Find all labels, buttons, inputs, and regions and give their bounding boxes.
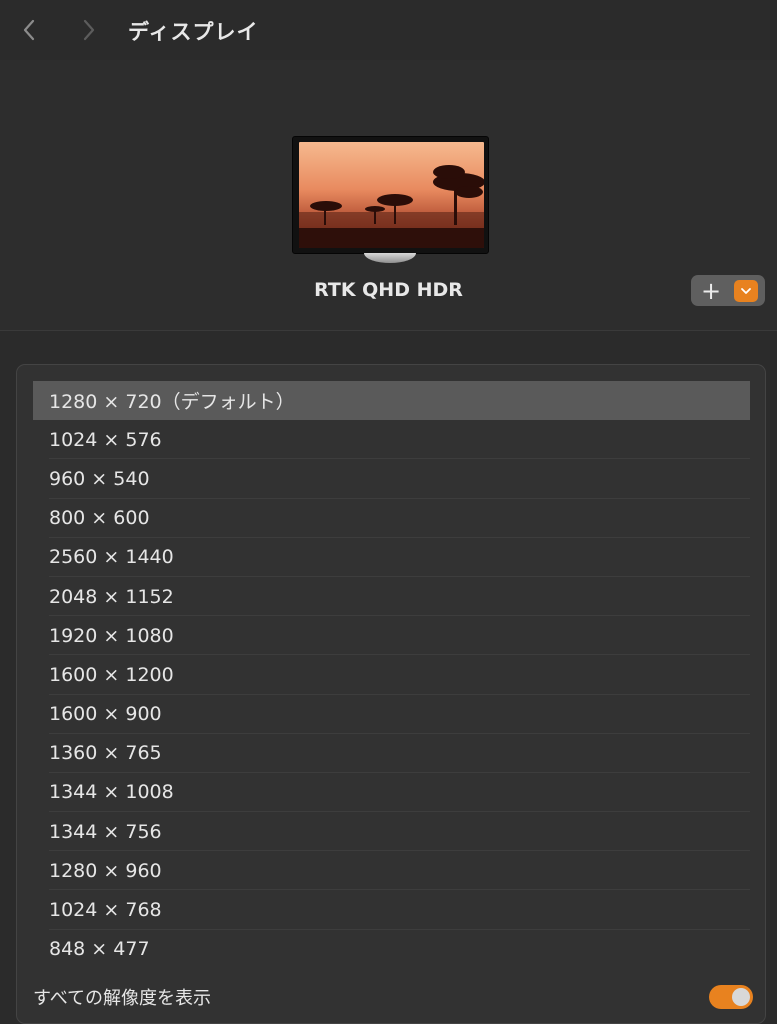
resolution-option[interactable]: 1600 × 1200 bbox=[33, 655, 750, 695]
monitor-stand bbox=[364, 253, 416, 263]
resolution-option[interactable]: 1600 × 900 bbox=[33, 695, 750, 734]
resolution-option[interactable]: 1024 × 768 bbox=[33, 890, 750, 930]
resolution-option[interactable]: 848 × 477 bbox=[33, 930, 750, 969]
chevron-right-icon bbox=[83, 19, 95, 41]
resolution-option[interactable]: 1360 × 765 bbox=[33, 734, 750, 774]
show-all-resolutions-label: すべての解像度を表示 bbox=[33, 988, 212, 1009]
toggle-knob bbox=[732, 988, 750, 1006]
plus-icon: + bbox=[700, 276, 722, 305]
add-display-dropdown[interactable] bbox=[734, 279, 758, 302]
resolution-panel: 1280 × 720（デフォルト） 1024 × 576 960 × 540 800 … bbox=[16, 364, 766, 1024]
resolution-option[interactable]: 1024 × 576 bbox=[33, 420, 750, 460]
monitor-wallpaper bbox=[299, 142, 484, 248]
resolution-option[interactable]: 1280 × 720（デフォルト） bbox=[33, 381, 750, 421]
display-header: RTK QHD HDR + bbox=[0, 60, 777, 331]
resolution-option[interactable]: 1920 × 1080 bbox=[33, 616, 750, 656]
resolution-option[interactable]: 1344 × 756 bbox=[33, 812, 750, 852]
show-all-resolutions-row: すべての解像度を表示 bbox=[33, 982, 753, 1012]
resolution-option[interactable]: 800 × 600 bbox=[33, 499, 750, 538]
resolution-option[interactable]: 960 × 540 bbox=[33, 459, 750, 499]
monitor-frame bbox=[292, 136, 489, 254]
resolution-option[interactable]: 2048 × 1152 bbox=[33, 577, 750, 617]
resolution-option[interactable]: 1280 × 960 bbox=[33, 851, 750, 891]
display-name: RTK QHD HDR bbox=[314, 279, 463, 301]
add-display-control: + bbox=[691, 275, 765, 306]
page-title: ディスプレイ bbox=[128, 20, 259, 44]
add-display-button[interactable]: + bbox=[691, 275, 731, 306]
resolution-option[interactable]: 2560 × 1440 bbox=[33, 538, 750, 578]
resolution-option[interactable]: 1344 × 1008 bbox=[33, 773, 750, 813]
show-all-resolutions-toggle[interactable] bbox=[709, 985, 753, 1009]
forward-button[interactable] bbox=[74, 14, 104, 46]
chevron-left-icon bbox=[23, 19, 35, 41]
chevron-down-icon bbox=[741, 287, 751, 294]
resolution-list: 1280 × 720（デフォルト） 1024 × 576 960 × 540 800 … bbox=[33, 381, 750, 969]
title-bar: ディスプレイ bbox=[0, 0, 777, 60]
display-settings-window: ディスプレイ RTK QHD HDR + 1280 × 720（デフォルト） 1… bbox=[0, 0, 777, 1024]
back-button[interactable] bbox=[14, 14, 44, 46]
